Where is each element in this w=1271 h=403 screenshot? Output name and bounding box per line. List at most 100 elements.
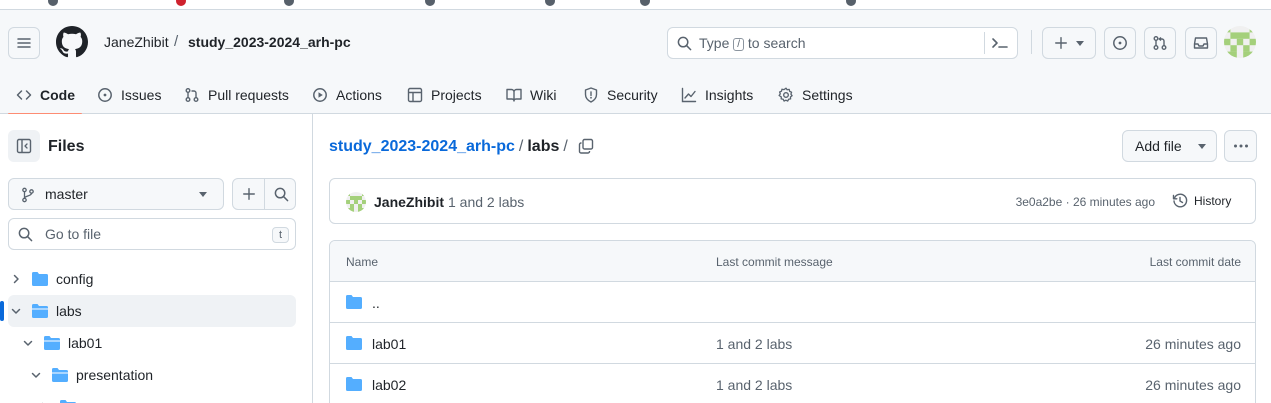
user-avatar[interactable] <box>1224 26 1256 58</box>
table-row[interactable]: lab02 1 and 2 labs 26 minutes ago <box>330 364 1255 403</box>
breadcrumb: study_2023-2024_arh-pc / labs / <box>329 138 572 156</box>
folder-open-icon <box>44 336 60 350</box>
bookmark-icon <box>846 0 856 6</box>
go-to-file-shortcut: t <box>272 227 289 243</box>
branch-name: master <box>45 186 88 202</box>
git-pull-request-icon <box>1152 35 1168 51</box>
your-pull-requests-button[interactable] <box>1144 27 1176 59</box>
play-icon <box>312 87 328 103</box>
search-placeholder: Type / to search <box>699 35 806 51</box>
hamburger-icon <box>16 35 32 51</box>
commit-hash-and-time[interactable]: 3e0a2be · 26 minutes ago <box>1016 195 1155 209</box>
bookmark-icon <box>48 0 58 6</box>
tab-insights[interactable]: Insights <box>681 76 753 114</box>
sidebar-collapse-icon <box>16 138 32 154</box>
tree-item-label: presentation <box>76 367 154 383</box>
menu-button[interactable] <box>8 27 40 59</box>
tab-label: Code <box>40 87 75 103</box>
tree-item-label: labs <box>56 303 82 319</box>
commit-author-link[interactable]: JaneZhibit <box>374 194 444 210</box>
header-divider <box>1031 30 1032 54</box>
go-to-file-input[interactable]: Go to file t <box>8 218 296 250</box>
search-code-button[interactable] <box>265 179 297 209</box>
breadcrumb-repo-root-link[interactable]: study_2023-2024_arh-pc <box>329 138 515 155</box>
breadcrumb-separator: / <box>174 33 179 50</box>
breadcrumb-separator: / <box>563 138 568 155</box>
tree-item-cut-off[interactable] <box>8 391 296 403</box>
breadcrumb-repo-link[interactable]: study_2023-2024_arh-pc <box>188 34 351 50</box>
history-icon <box>1172 193 1188 209</box>
tab-projects[interactable]: Projects <box>407 76 482 114</box>
chevron-right-icon[interactable] <box>36 399 52 403</box>
file-tree-sidebar: Files master Go to file t config labs la… <box>0 114 313 403</box>
author-avatar[interactable] <box>346 192 366 212</box>
tree-item-label: lab01 <box>68 335 103 351</box>
tab-code[interactable]: Code <box>16 76 75 114</box>
tab-label: Pull requests <box>208 87 289 103</box>
plus-icon <box>1054 36 1068 50</box>
file-table: Name Last commit message Last commit dat… <box>329 240 1256 403</box>
commit-message-link[interactable]: 1 and 2 labs <box>448 194 524 210</box>
table-row[interactable]: lab01 1 and 2 labs 26 minutes ago <box>330 323 1255 364</box>
branch-selector[interactable]: master <box>8 178 224 210</box>
shield-icon <box>583 87 599 103</box>
history-button[interactable]: History <box>1172 193 1231 209</box>
tab-label: Actions <box>336 87 382 103</box>
more-options-button[interactable] <box>1224 130 1257 162</box>
sidebar-title: Files <box>48 138 85 155</box>
plus-icon <box>242 187 256 201</box>
folder-icon <box>346 295 362 309</box>
bookmark-icon <box>640 0 650 6</box>
repo-nav-tabs: Code Issues Pull requests Actions Projec… <box>0 76 1271 115</box>
chevron-down-icon[interactable] <box>8 303 24 319</box>
file-name-link[interactable]: lab02 <box>372 377 406 393</box>
tab-issues[interactable]: Issues <box>97 76 161 114</box>
inbox-icon <box>1193 35 1209 51</box>
file-name-link[interactable]: lab01 <box>372 336 406 352</box>
tree-item-presentation[interactable]: presentation <box>8 359 296 391</box>
chevron-down-icon[interactable] <box>20 335 36 351</box>
add-file-button[interactable]: Add file <box>1122 130 1217 162</box>
tree-item-labs[interactable]: labs <box>0 295 296 327</box>
commit-message-link[interactable]: 1 and 2 labs <box>716 377 792 393</box>
copy-path-icon[interactable] <box>578 138 594 154</box>
breadcrumb-owner-link[interactable]: JaneZhibit <box>104 34 169 50</box>
bookmark-icon <box>284 0 294 6</box>
github-logo-icon[interactable] <box>56 26 88 58</box>
command-palette-icon[interactable] <box>991 35 1009 51</box>
bookmark-icon <box>425 0 435 6</box>
file-name-link[interactable]: .. <box>372 295 380 311</box>
chevron-down-icon[interactable] <box>28 367 44 383</box>
column-header-date: Last commit date <box>1149 255 1241 269</box>
kebab-horizontal-icon <box>1233 144 1249 148</box>
folder-icon <box>32 272 48 286</box>
tab-settings[interactable]: Settings <box>778 76 853 114</box>
sidebar-actions <box>232 178 296 210</box>
tree-item-lab01[interactable]: lab01 <box>8 327 296 359</box>
add-file-tree-button[interactable] <box>233 179 265 209</box>
collapse-sidebar-button[interactable] <box>8 130 40 162</box>
chevron-right-icon[interactable] <box>8 271 24 287</box>
tab-label: Security <box>607 87 658 103</box>
tab-pull-requests[interactable]: Pull requests <box>184 76 289 114</box>
commit-message-link[interactable]: 1 and 2 labs <box>716 336 792 352</box>
column-header-name: Name <box>346 255 379 269</box>
search-input[interactable]: Type / to search <box>667 27 1018 59</box>
search-icon <box>18 227 33 242</box>
app-header: JaneZhibit / study_2023-2024_arh-pc Type… <box>0 10 1271 115</box>
tab-actions[interactable]: Actions <box>312 76 382 114</box>
your-issues-button[interactable] <box>1104 27 1136 59</box>
tab-security[interactable]: Security <box>583 76 658 114</box>
gear-icon <box>778 87 794 103</box>
table-row-parent-dir[interactable]: .. <box>330 282 1255 323</box>
folder-icon <box>346 377 362 391</box>
search-icon <box>274 187 289 202</box>
tab-wiki[interactable]: Wiki <box>506 76 556 114</box>
tab-label: Settings <box>802 87 853 103</box>
tree-item-label: config <box>56 271 94 287</box>
create-new-button[interactable] <box>1042 27 1096 59</box>
search-icon <box>677 36 692 51</box>
tree-item-config[interactable]: config <box>8 263 296 295</box>
search-shortcut-key: / <box>733 38 745 51</box>
notifications-button[interactable] <box>1185 27 1217 59</box>
